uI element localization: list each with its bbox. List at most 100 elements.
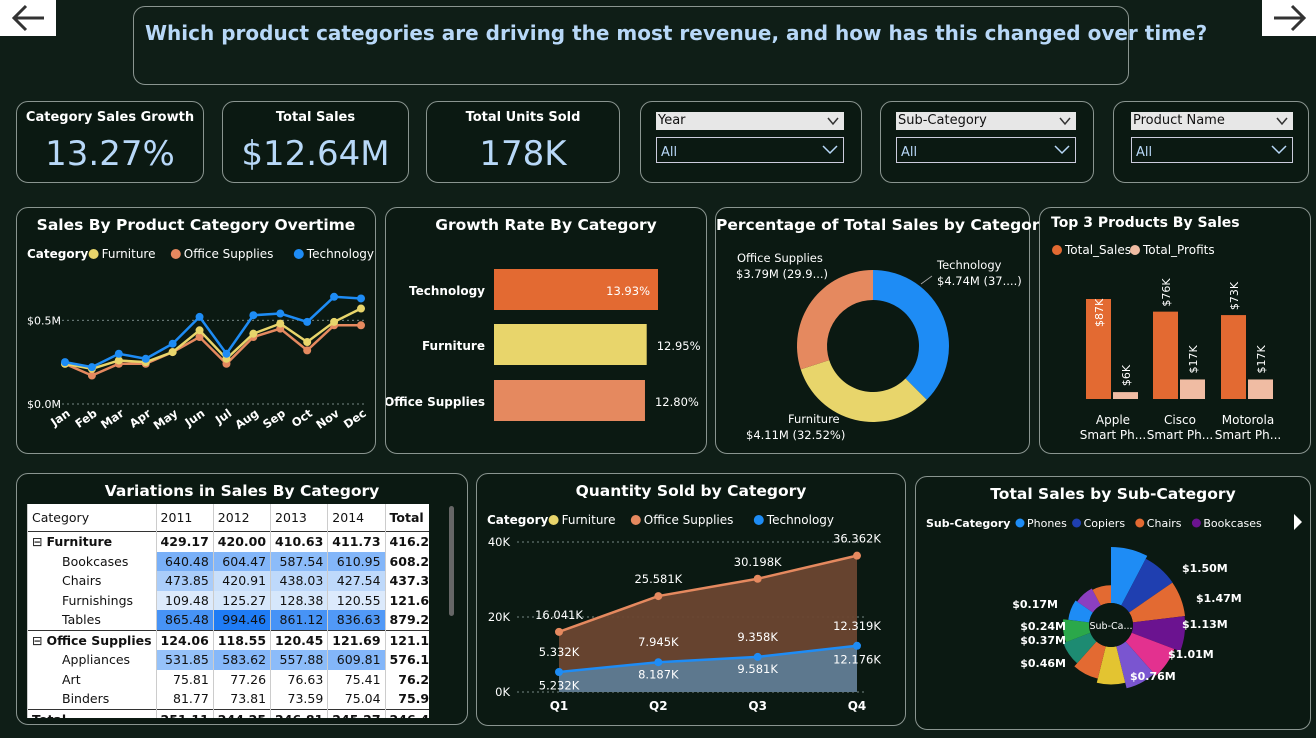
pct-sales-card: Percentage of Total Sales by Category Te… [715, 207, 1050, 454]
legend-marker [1191, 518, 1201, 528]
data-label: $0.17M [1012, 598, 1058, 611]
table-row[interactable]: Bookcases640.48604.47587.54610.95608.28 [27, 551, 429, 571]
data-point [249, 311, 258, 320]
x-tick-label: May [151, 406, 181, 433]
bar [494, 380, 645, 421]
bar-profit [1180, 379, 1205, 399]
slicer-dropdown[interactable]: All [896, 137, 1076, 163]
back-button[interactable] [0, 0, 56, 36]
table-row[interactable]: Art75.8177.2676.6375.4176.20 [27, 669, 429, 689]
row-label: Chairs [27, 571, 157, 591]
slicer-dropdown[interactable]: All [656, 137, 844, 163]
x-tick-label: Feb [72, 406, 99, 431]
collapse-icon[interactable]: ⊟ [32, 534, 46, 549]
data-point [276, 319, 285, 328]
table-row[interactable]: Furnishings 109.48 125.27 128.38 120.55 121.6… [27, 590, 429, 610]
kpi-value: $12.64M [241, 134, 390, 174]
legend-item: Office Supplies [184, 247, 274, 261]
kpi-label: Category Sales Growth [25, 110, 195, 125]
table-row[interactable]: Appliances531.85583.62557.88609.81576.11 [27, 650, 429, 670]
x-tick-label: Jul [212, 406, 234, 427]
group-row-label: ⊟ Furniture [27, 531, 157, 552]
data-point [303, 338, 312, 347]
table-cell: 124.06 [155, 629, 214, 650]
legend-marker [753, 515, 764, 525]
matrix-viewport[interactable]: Category 2011 2012 2013 2014 Total ⊟ Furniture… [27, 504, 429, 718]
data-point [853, 551, 861, 560]
table-cell: 609.81 [327, 650, 386, 670]
column-header: 2014 [327, 504, 386, 532]
center-label: Sub-Ca... [1089, 621, 1132, 632]
legend-marker [293, 249, 304, 259]
bar-profit [1248, 379, 1273, 399]
table-row[interactable]: Tables865.48994.46861.12836.63879.26 [27, 610, 429, 630]
area-chart: Category Furniture Office Supplies Technolo… [487, 513, 881, 713]
slice-label: Office Supplies [737, 251, 823, 265]
quantity-card: Quantity Sold by Category Category Furnit… [476, 473, 906, 726]
data-point [555, 668, 563, 677]
data-point [330, 292, 339, 301]
forward-button[interactable] [1262, 0, 1316, 36]
bar-sales [1153, 311, 1178, 399]
legend-item: Phones [1027, 517, 1067, 530]
question-banner: Which product categories are driving the… [133, 6, 1207, 85]
table-cell: 77.26 [212, 669, 271, 689]
y-tick-label: 0K [495, 685, 510, 699]
slicer-product-name: Product Name All [1113, 101, 1309, 183]
kpi-label: Total Units Sold [465, 110, 581, 125]
row-label: Art [27, 669, 157, 689]
x-tick-label: Apr [127, 406, 154, 431]
table-cell: 75.81 [155, 669, 214, 689]
column-chart: Total_Sales Total_Profits$87K$6KAppleSmar… [1052, 243, 1281, 442]
legend-marker [88, 249, 99, 259]
data-label: $17K [1255, 344, 1268, 373]
y-tick-label: $0.0M [27, 398, 61, 411]
chevron-right-icon [1294, 514, 1302, 530]
column-header: Total [384, 504, 429, 532]
kpi-total-sales: Total Sales $12.64M [222, 101, 409, 183]
y-tick-label: 20K [488, 610, 511, 624]
chevron-down-icon [1059, 117, 1071, 126]
chevron-down-icon [1276, 117, 1288, 126]
table-row[interactable]: ⊟ Office Supplies 124.06 118.55 120.45 121.6… [27, 629, 429, 650]
y-tick-label: 40K [488, 535, 511, 549]
slicer-dropdown[interactable]: All [1131, 137, 1293, 163]
table-cell: 75.04 [327, 689, 386, 709]
kpi-category-sales-growth: Category Sales Growth 13.27% [16, 101, 204, 183]
table-row[interactable]: Chairs473.85420.91438.03427.54437.30 [27, 571, 429, 591]
series-line [64, 324, 361, 377]
column-header: 2012 [212, 504, 271, 532]
data-point [141, 354, 150, 363]
donut-chart: Technology $4.74M (37....) Furniture $4.11M… [736, 251, 1022, 442]
legend-marker [1130, 245, 1140, 255]
slice-value: $4.11M (32.52%) [746, 428, 845, 442]
series-line [64, 295, 362, 369]
data-label: 13.93% [606, 284, 650, 298]
table-row[interactable]: Binders81.7773.8173.5975.0475.95 [27, 689, 429, 709]
table-cell: 121.69 [327, 629, 386, 650]
table-cell: 125.27 [212, 590, 271, 610]
subcategory-card: Total Sales by Sub-Category Sub-Category… [915, 476, 1311, 730]
table-cell: 420.91 [212, 571, 271, 591]
data-point [357, 304, 365, 313]
category-label: Furniture [422, 339, 485, 353]
data-label: 36.362K [833, 532, 881, 546]
slicer-header[interactable]: Year [656, 112, 844, 130]
legend-item: Bookcases [1203, 517, 1262, 530]
legend-marker [1135, 518, 1145, 528]
data-label: $0.37M [1020, 634, 1066, 647]
legend-title: Sub-Category [926, 517, 1010, 530]
data-label: 12.80% [655, 395, 699, 409]
slicer-header[interactable]: Product Name [1131, 112, 1293, 130]
slicer-header[interactable]: Sub-Category [896, 112, 1076, 130]
table-cell: 608.28 [384, 551, 429, 571]
radial-chart: Sub-Category Phones Copiers Chairs Bookcases… [926, 514, 1302, 689]
collapse-icon[interactable]: ⊟ [32, 633, 46, 648]
table-cell: 128.38 [270, 590, 328, 610]
scrollbar[interactable] [449, 506, 454, 616]
legend-item: Furniture [562, 513, 616, 527]
legend-marker [548, 515, 559, 525]
table-row[interactable]: ⊟ Furniture 429.17 420.00 410.63 411.73 416.2… [27, 531, 429, 552]
table-cell: 73.59 [270, 689, 328, 709]
data-label: $6K [1120, 364, 1133, 386]
